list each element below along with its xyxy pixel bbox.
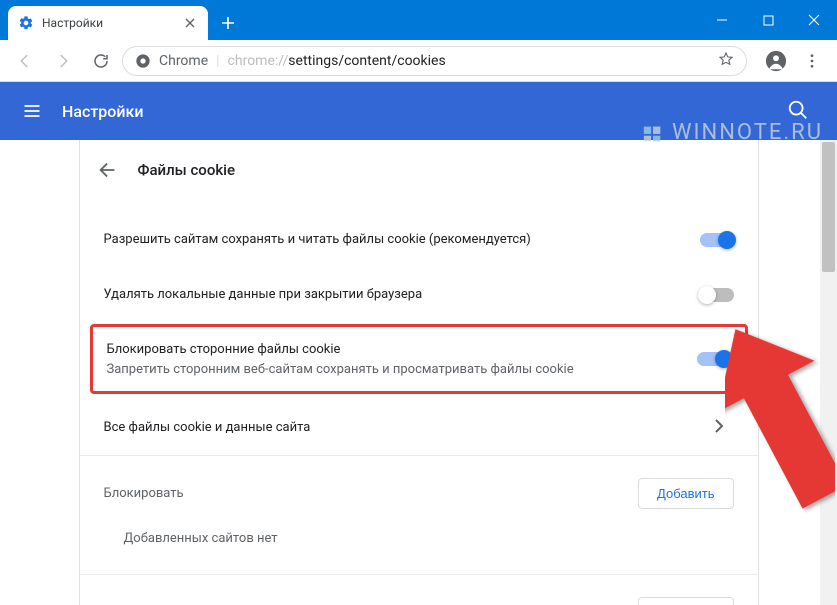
new-tab-button[interactable] bbox=[214, 9, 242, 37]
row-clear-on-exit: Удалять локальные данные при закрытии бр… bbox=[80, 267, 758, 322]
address-bar[interactable]: Chrome | chrome://settings/content/cooki… bbox=[122, 46, 747, 76]
row-clear-label: Удалять локальные данные при закрытии бр… bbox=[104, 286, 688, 304]
address-app-label: Chrome bbox=[159, 53, 208, 69]
hamburger-icon[interactable] bbox=[20, 99, 44, 123]
gear-icon bbox=[18, 15, 34, 31]
row-block-third-party: Блокировать сторонние файлы cookie Запре… bbox=[90, 324, 748, 393]
toggle-clear-on-exit[interactable] bbox=[700, 288, 734, 302]
window-controls bbox=[699, 0, 837, 40]
menu-icon[interactable] bbox=[795, 44, 829, 78]
section-block: Блокировать Добавить bbox=[80, 455, 758, 531]
browser-tab[interactable]: Настройки bbox=[8, 6, 208, 40]
toggle-allow-cookies[interactable] bbox=[700, 233, 734, 247]
row-allow-cookies: Разрешить сайтам сохранять и читать файл… bbox=[80, 196, 758, 267]
reload-button[interactable] bbox=[84, 44, 118, 78]
content-area: Файлы cookie Разрешить сайтам сохранять … bbox=[0, 140, 837, 605]
add-block-button[interactable]: Добавить bbox=[638, 478, 733, 509]
chevron-right-icon bbox=[714, 419, 734, 437]
scrollbar[interactable] bbox=[820, 140, 837, 605]
section-clear-on-exit: Удалять при выходе Добавить bbox=[80, 574, 758, 605]
browser-toolbar: Chrome | chrome://settings/content/cooki… bbox=[0, 40, 837, 82]
back-arrow-icon[interactable] bbox=[96, 158, 120, 182]
add-clear-button[interactable]: Добавить bbox=[638, 597, 733, 605]
block-empty-text: Добавленных сайтов нет bbox=[80, 531, 758, 574]
row-block3p-sub: Запретить сторонним веб-сайтам сохранять… bbox=[107, 362, 685, 377]
window-titlebar: Настройки bbox=[0, 0, 837, 40]
window-minimize-button[interactable] bbox=[699, 0, 745, 40]
star-icon[interactable] bbox=[718, 51, 734, 71]
settings-card: Файлы cookie Разрешить сайтам сохранять … bbox=[79, 140, 759, 605]
card-header: Файлы cookie bbox=[80, 140, 758, 196]
toggle-block-third-party[interactable] bbox=[697, 352, 731, 366]
chrome-icon bbox=[135, 53, 151, 69]
forward-button[interactable] bbox=[46, 44, 80, 78]
window-close-button[interactable] bbox=[791, 0, 837, 40]
row-all-cookies[interactable]: Все файлы cookie и данные сайта bbox=[80, 400, 758, 455]
settings-title: Настройки bbox=[62, 102, 143, 121]
window-maximize-button[interactable] bbox=[745, 0, 791, 40]
page-title: Файлы cookie bbox=[138, 161, 236, 179]
address-url: chrome://settings/content/cookies bbox=[228, 53, 446, 69]
row-allow-label: Разрешить сайтам сохранять и читать файл… bbox=[104, 231, 688, 249]
watermark: WINNOTE.RU bbox=[640, 120, 823, 145]
section-block-title: Блокировать bbox=[104, 486, 184, 501]
back-button[interactable] bbox=[8, 44, 42, 78]
tab-title: Настройки bbox=[42, 16, 182, 30]
row-block3p-label: Блокировать сторонние файлы cookie bbox=[107, 341, 685, 359]
scrollbar-thumb[interactable] bbox=[822, 142, 835, 272]
row-all-cookies-label: Все файлы cookie и данные сайта bbox=[104, 419, 702, 437]
close-tab-icon[interactable] bbox=[182, 15, 198, 31]
profile-icon[interactable] bbox=[759, 44, 793, 78]
